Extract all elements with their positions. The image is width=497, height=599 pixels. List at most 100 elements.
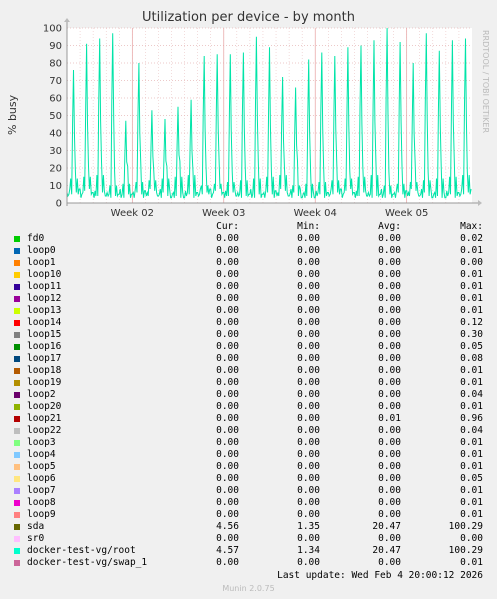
legend-series-name: loop8 — [27, 497, 56, 508]
legend-series-name: sda — [27, 521, 45, 532]
legend-swatch — [14, 428, 20, 434]
legend-row: loop19 0.00 0.00 0.00 0.01 — [0, 377, 497, 389]
legend-avg-value: 0.00 — [378, 365, 401, 376]
legend-min-value: 0.00 — [297, 317, 320, 328]
legend-avg-value: 0.00 — [378, 557, 401, 568]
legend-swatch — [14, 248, 20, 254]
x-axis-arrow — [478, 200, 482, 206]
legend-min-value: 0.00 — [297, 413, 320, 424]
legend-row: loop10 0.00 0.00 0.00 0.01 — [0, 269, 497, 281]
legend-series-name: loop4 — [27, 449, 56, 460]
legend-cur-value: 0.00 — [216, 317, 239, 328]
legend-max-value: 0.04 — [460, 425, 483, 436]
legend-max-value: 0.00 — [460, 533, 483, 544]
legend-series-name: fd0 — [27, 233, 45, 244]
legend-series-name: loop17 — [27, 353, 62, 364]
legend-swatch — [14, 284, 20, 290]
legend-min-value: 0.00 — [297, 401, 320, 412]
legend-cur-value: 0.00 — [216, 281, 239, 292]
legend-row: loop0 0.00 0.00 0.00 0.01 — [0, 245, 497, 257]
legend-max-value: 0.01 — [460, 305, 483, 316]
legend-max-value: 0.96 — [460, 413, 483, 424]
legend-min-value: 0.00 — [297, 305, 320, 316]
legend-swatch — [14, 452, 20, 458]
legend-min-value: 0.00 — [297, 557, 320, 568]
legend-swatch — [14, 320, 20, 326]
legend-series-name: loop9 — [27, 509, 56, 520]
legend-swatch — [14, 476, 20, 482]
legend-swatch — [14, 380, 20, 386]
legend-avg-value: 0.00 — [378, 389, 401, 400]
legend-max-value: 0.01 — [460, 365, 483, 376]
legend-min-value: 0.00 — [297, 509, 320, 520]
legend-row: loop20 0.00 0.00 0.00 0.01 — [0, 401, 497, 413]
header-cur: Cur: — [216, 221, 239, 232]
legend-avg-value: 0.00 — [378, 341, 401, 352]
legend-min-value: 0.00 — [297, 293, 320, 304]
legend-row: fd0 0.00 0.00 0.00 0.02 — [0, 233, 497, 245]
legend-series-name: loop20 — [27, 401, 62, 412]
legend-swatch — [14, 512, 20, 518]
legend-row: loop17 0.00 0.00 0.00 0.08 — [0, 353, 497, 365]
legend-avg-value: 0.00 — [378, 437, 401, 448]
legend-max-value: 0.01 — [460, 497, 483, 508]
legend-series-name: loop15 — [27, 329, 62, 340]
y-tick-label: 80 — [49, 59, 62, 70]
y-tick-label: 30 — [49, 146, 62, 157]
legend-row: loop5 0.00 0.00 0.00 0.01 — [0, 461, 497, 473]
legend-swatch — [14, 368, 20, 374]
legend-avg-value: 0.00 — [378, 401, 401, 412]
legend-row: loop7 0.00 0.00 0.00 0.01 — [0, 485, 497, 497]
legend-max-value: 0.05 — [460, 341, 483, 352]
legend-cur-value: 0.00 — [216, 557, 239, 568]
legend-min-value: 0.00 — [297, 437, 320, 448]
legend-avg-value: 0.00 — [378, 425, 401, 436]
legend-avg-value: 20.47 — [372, 545, 401, 556]
legend-row: loop2 0.00 0.00 0.00 0.04 — [0, 389, 497, 401]
legend-cur-value: 0.00 — [216, 425, 239, 436]
legend-max-value: 0.01 — [460, 557, 483, 568]
legend-cur-value: 0.00 — [216, 449, 239, 460]
legend-row: docker-test-vg/swap_1 0.00 0.00 0.00 0.01 — [0, 557, 497, 569]
legend-cur-value: 0.00 — [216, 389, 239, 400]
legend-avg-value: 0.00 — [378, 257, 401, 268]
legend-row: loop16 0.00 0.00 0.00 0.05 — [0, 341, 497, 353]
legend-max-value: 0.02 — [460, 233, 483, 244]
legend-cur-value: 0.00 — [216, 533, 239, 544]
legend-cur-value: 0.00 — [216, 329, 239, 340]
legend-series-name: sr0 — [27, 533, 45, 544]
legend-row: sda 4.56 1.35 20.47 100.29 — [0, 521, 497, 533]
legend-swatch — [14, 548, 20, 554]
x-tick-labels: Week 02 Week 03 Week 04 Week 05 — [111, 208, 429, 219]
legend-min-value: 0.00 — [297, 233, 320, 244]
legend-series-name: loop19 — [27, 377, 62, 388]
legend-cur-value: 0.00 — [216, 401, 239, 412]
legend-swatch — [14, 440, 20, 446]
legend-max-value: 0.01 — [460, 485, 483, 496]
legend-swatch — [14, 296, 20, 302]
legend-min-value: 0.00 — [297, 365, 320, 376]
legend-series-name: loop18 — [27, 365, 62, 376]
legend-series-name: loop0 — [27, 245, 56, 256]
legend-swatch — [14, 308, 20, 314]
legend-max-value: 0.01 — [460, 437, 483, 448]
y-axis-arrow — [64, 18, 70, 22]
legend-avg-value: 0.00 — [378, 293, 401, 304]
legend-series-name: docker-test-vg/swap_1 — [27, 557, 148, 568]
legend-swatch — [14, 488, 20, 494]
x-tick-label: Week 04 — [294, 208, 337, 219]
legend-swatch — [14, 272, 20, 278]
y-tick-label: 90 — [49, 41, 62, 52]
header-avg: Avg: — [378, 221, 401, 232]
legend-min-value: 0.00 — [297, 497, 320, 508]
legend-series-name: loop6 — [27, 473, 56, 484]
munin-version: Munin 2.0.75 — [222, 584, 275, 593]
legend-row: sr0 0.00 0.00 0.00 0.00 — [0, 533, 497, 545]
legend-min-value: 0.00 — [297, 281, 320, 292]
legend-max-value: 0.30 — [460, 329, 483, 340]
legend-row: loop3 0.00 0.00 0.00 0.01 — [0, 437, 497, 449]
legend-cur-value: 0.00 — [216, 377, 239, 388]
legend-max-value: 0.08 — [460, 353, 483, 364]
legend-row: loop9 0.00 0.00 0.00 0.01 — [0, 509, 497, 521]
legend-swatch — [14, 524, 20, 530]
